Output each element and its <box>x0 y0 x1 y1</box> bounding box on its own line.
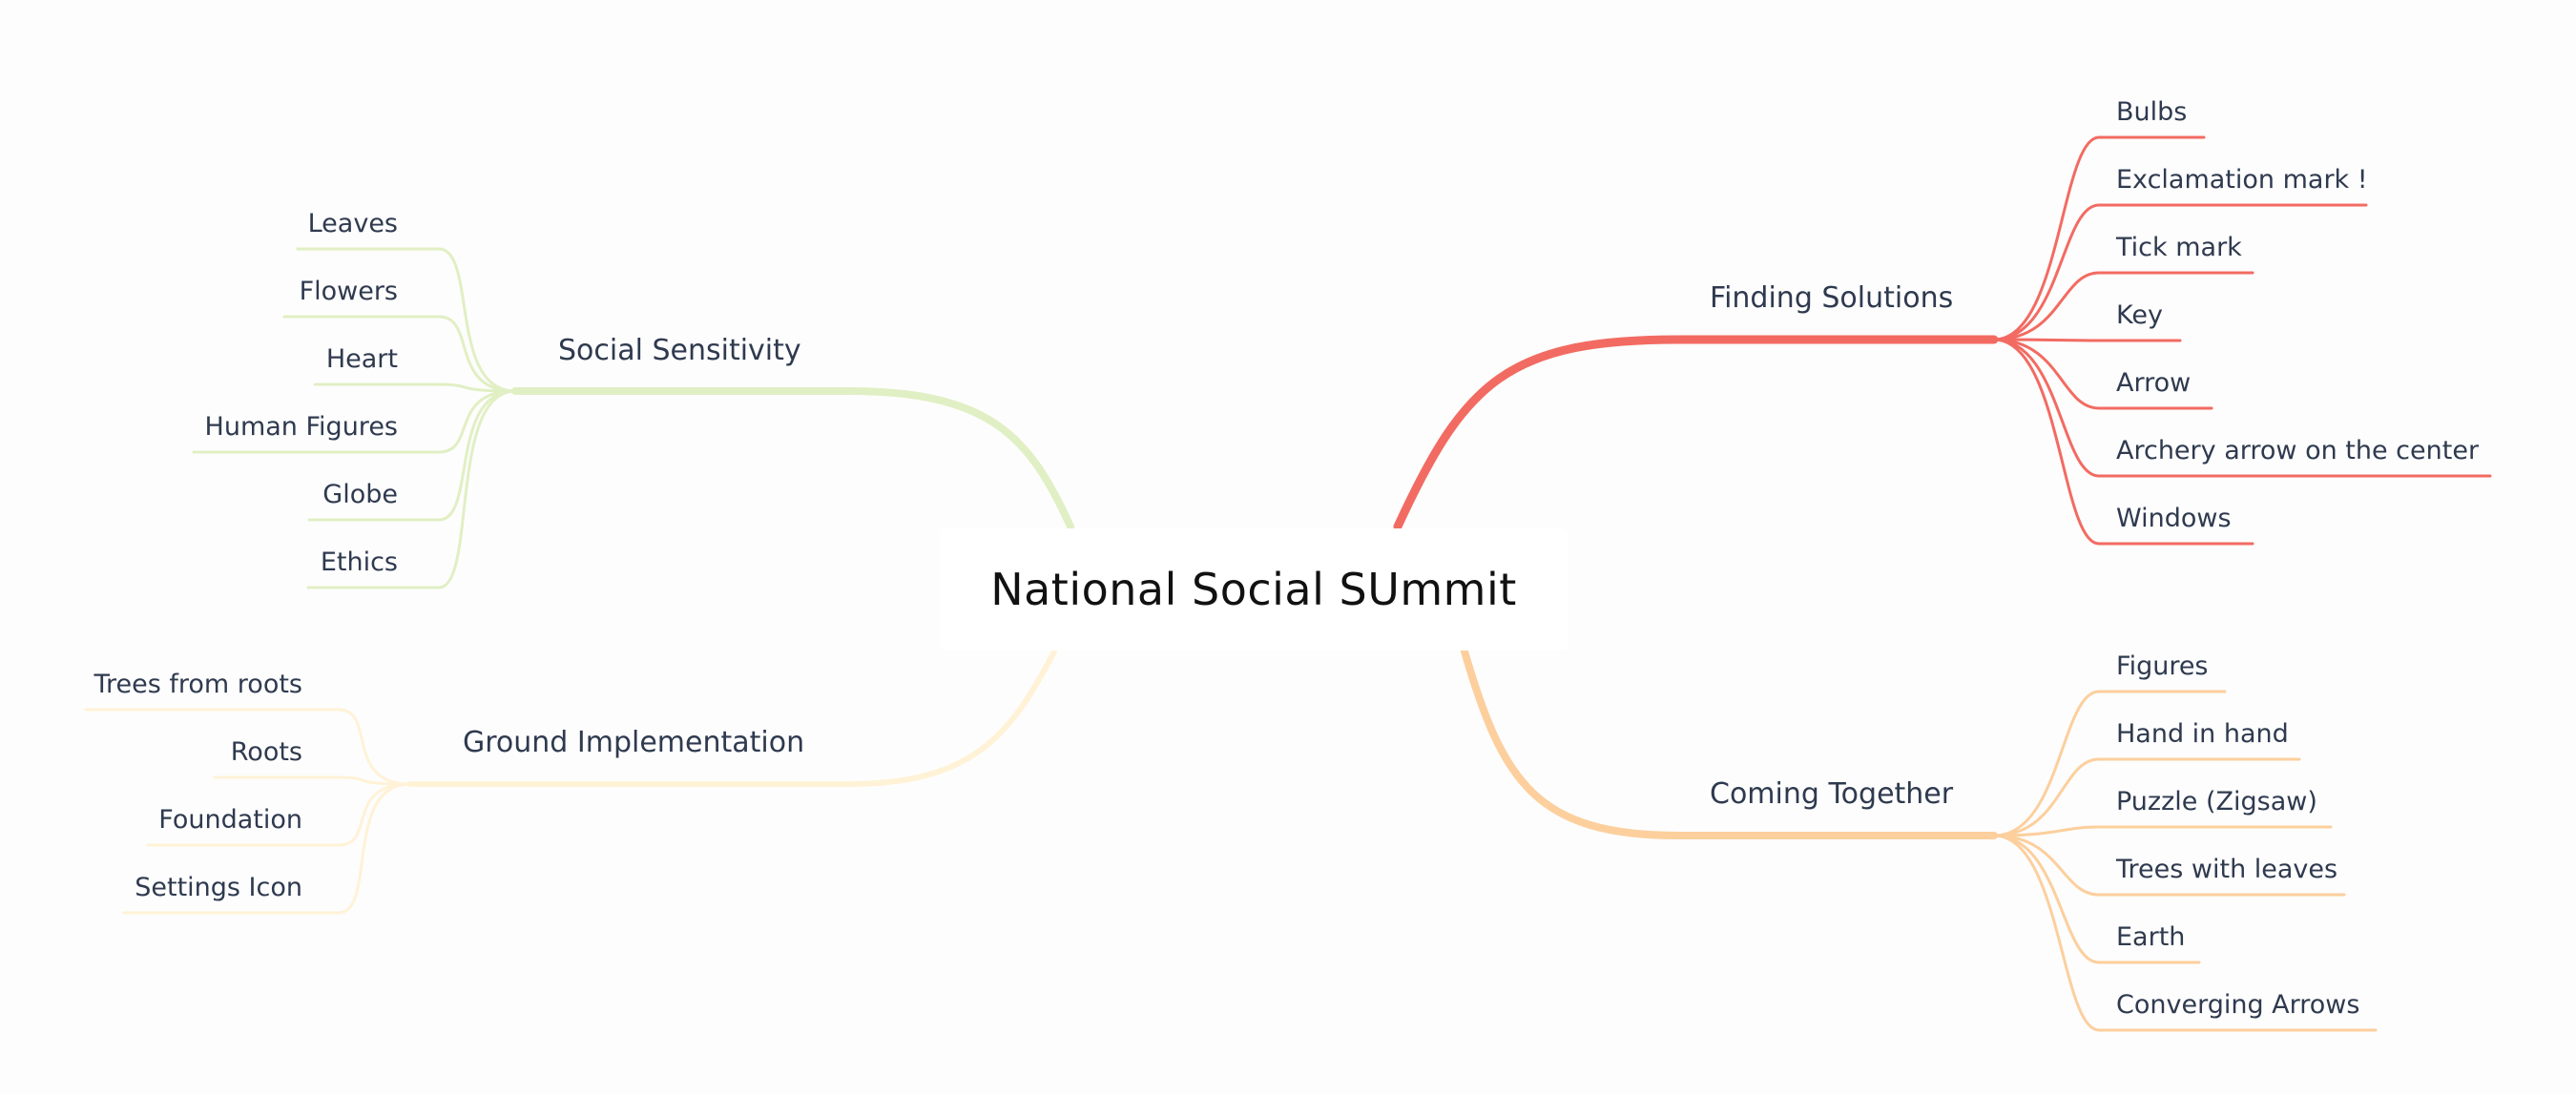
social-sensitivity-leaf-connector <box>313 382 517 393</box>
finding-solutions-leaf-connector <box>1992 338 2182 342</box>
ground-implementation-subtopic[interactable]: Trees from roots <box>93 670 302 699</box>
coming-together-subtopic[interactable]: Figures <box>2116 651 2209 681</box>
finding-solutions-subtopic[interactable]: Tick mark <box>2116 233 2242 262</box>
central-topic[interactable]: National Social SUmmit <box>940 528 1568 651</box>
finding-solutions-subtopic[interactable]: Windows <box>2116 504 2232 533</box>
social-sensitivity-subtopic[interactable]: Human Figures <box>205 412 398 442</box>
social-sensitivity-subtopic[interactable]: Ethics <box>321 548 398 577</box>
social-sensitivity-subtopic[interactable]: Leaves <box>308 209 398 238</box>
coming-together-subtopic[interactable]: Trees with leaves <box>2116 855 2337 884</box>
coming-together-leaf-connector <box>1992 825 2333 837</box>
finding-solutions-subtopic[interactable]: Archery arrow on the center <box>2116 436 2479 465</box>
ground-implementation-leaf-connector <box>213 775 412 786</box>
finding-solutions-subtopic[interactable]: Exclamation mark ! <box>2116 165 2368 195</box>
ground-implementation-subtopic[interactable]: Settings Icon <box>135 873 302 902</box>
ground-implementation-topic[interactable]: Ground Implementation <box>463 726 804 759</box>
coming-together-subtopic[interactable]: Hand in hand <box>2116 719 2289 749</box>
coming-together-subtopic[interactable]: Earth <box>2116 922 2185 952</box>
ground-implementation-subtopic[interactable]: Roots <box>231 737 302 767</box>
finding-solutions-subtopic[interactable]: Key <box>2116 300 2163 330</box>
coming-together-subtopic[interactable]: Converging Arrows <box>2116 990 2359 1020</box>
social-sensitivity-connector <box>511 387 1074 530</box>
social-sensitivity-leaf-connector <box>282 315 517 393</box>
ground-implementation-subtopic[interactable]: Foundation <box>158 805 302 835</box>
finding-solutions-subtopic[interactable]: Bulbs <box>2116 97 2187 127</box>
finding-solutions-topic[interactable]: Finding Solutions <box>1710 281 1953 315</box>
coming-together-topic[interactable]: Coming Together <box>1710 777 1953 811</box>
social-sensitivity-subtopic[interactable]: Flowers <box>300 277 398 306</box>
social-sensitivity-topic[interactable]: Social Sensitivity <box>558 334 801 367</box>
finding-solutions-subtopic[interactable]: Arrow <box>2116 368 2191 398</box>
finding-solutions-connector <box>1393 335 1999 531</box>
social-sensitivity-subtopic[interactable]: Heart <box>326 344 398 374</box>
social-sensitivity-subtopic[interactable]: Globe <box>322 480 398 509</box>
ground-implementation-connector <box>407 649 1057 787</box>
coming-together-subtopic[interactable]: Puzzle (Zigsaw) <box>2116 787 2317 816</box>
